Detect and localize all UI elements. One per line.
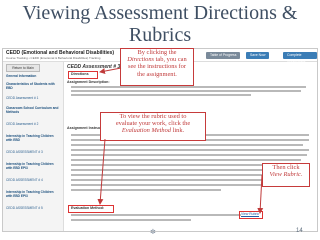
text-line (71, 219, 191, 221)
breadcrumb: Course Tracking • CEDD (Emotional & Beha… (6, 56, 101, 60)
slide-title-line-1: Viewing Assessment Directions & (22, 2, 298, 24)
text-line (71, 94, 251, 96)
sidebar-item-characteristics[interactable]: Characteristics of Students with EBD (6, 82, 60, 90)
text-line (71, 169, 291, 171)
sidebar-item-general[interactable]: General Information (6, 74, 60, 78)
sidebar-item-assessment-2[interactable]: CEDD Assessment # 2 (6, 122, 60, 126)
text-line (71, 214, 241, 216)
sidebar-item-assessment-4[interactable]: CEDD ASSESSMENT # 4 (6, 178, 60, 182)
directions-highlight (68, 71, 98, 79)
text-line (71, 149, 309, 151)
sidebar-item-curriculum[interactable]: Classroom School Curriculum and Methods (6, 106, 60, 114)
sidebar-item-assessment-5[interactable]: CEDD ASSESSMENT # 5 (6, 206, 60, 210)
callout-evaluation-method: To view the rubric used to evaluate your… (100, 112, 206, 141)
complete-assessment-button[interactable]: Complete Assessment (283, 52, 317, 64)
section-title: CEDD Assessment # 3 (67, 64, 121, 70)
slide-title-line-2: Rubrics (128, 24, 192, 46)
table-of-progress-button[interactable]: Table of Progress (206, 52, 241, 59)
return-button[interactable]: Return to Main (6, 64, 40, 72)
text-line (71, 154, 307, 156)
sidebar-item-assessment-1[interactable]: CEDD Assessment # 1 (6, 96, 60, 100)
sidebar: Return to Main General Information Chara… (3, 62, 64, 231)
text-line (71, 144, 303, 146)
sidebar-item-internship-1[interactable]: Internship in Teaching Children with EBD (6, 134, 60, 142)
save-now-button[interactable]: Save Now (246, 52, 270, 59)
rubric-highlight (239, 211, 263, 219)
text-line (71, 189, 221, 191)
callout-directions: By clicking the Directions tab, you can … (120, 48, 194, 86)
evaluation-highlight (68, 205, 114, 213)
sidebar-item-assessment-3[interactable]: CEDD ASSESSMENT # 3 (6, 150, 60, 154)
slide-icon: ✲ (150, 229, 156, 236)
sidebar-item-internship-3[interactable]: Internship in Teaching Children with EBD… (6, 190, 60, 198)
text-line (71, 86, 306, 88)
sidebar-item-internship-2[interactable]: Internship in Teaching Children with EBD… (6, 162, 60, 170)
callout-view-rubric: Then click View Rubric. (262, 163, 310, 187)
text-line (71, 179, 271, 181)
page-number: 14 (296, 228, 303, 234)
text-line (71, 90, 301, 92)
main-content: CEDD Assessment # 3 Directions Assignmen… (65, 62, 316, 231)
text-line (71, 159, 301, 161)
assignment-description-label: Assignment Description: (67, 80, 110, 84)
